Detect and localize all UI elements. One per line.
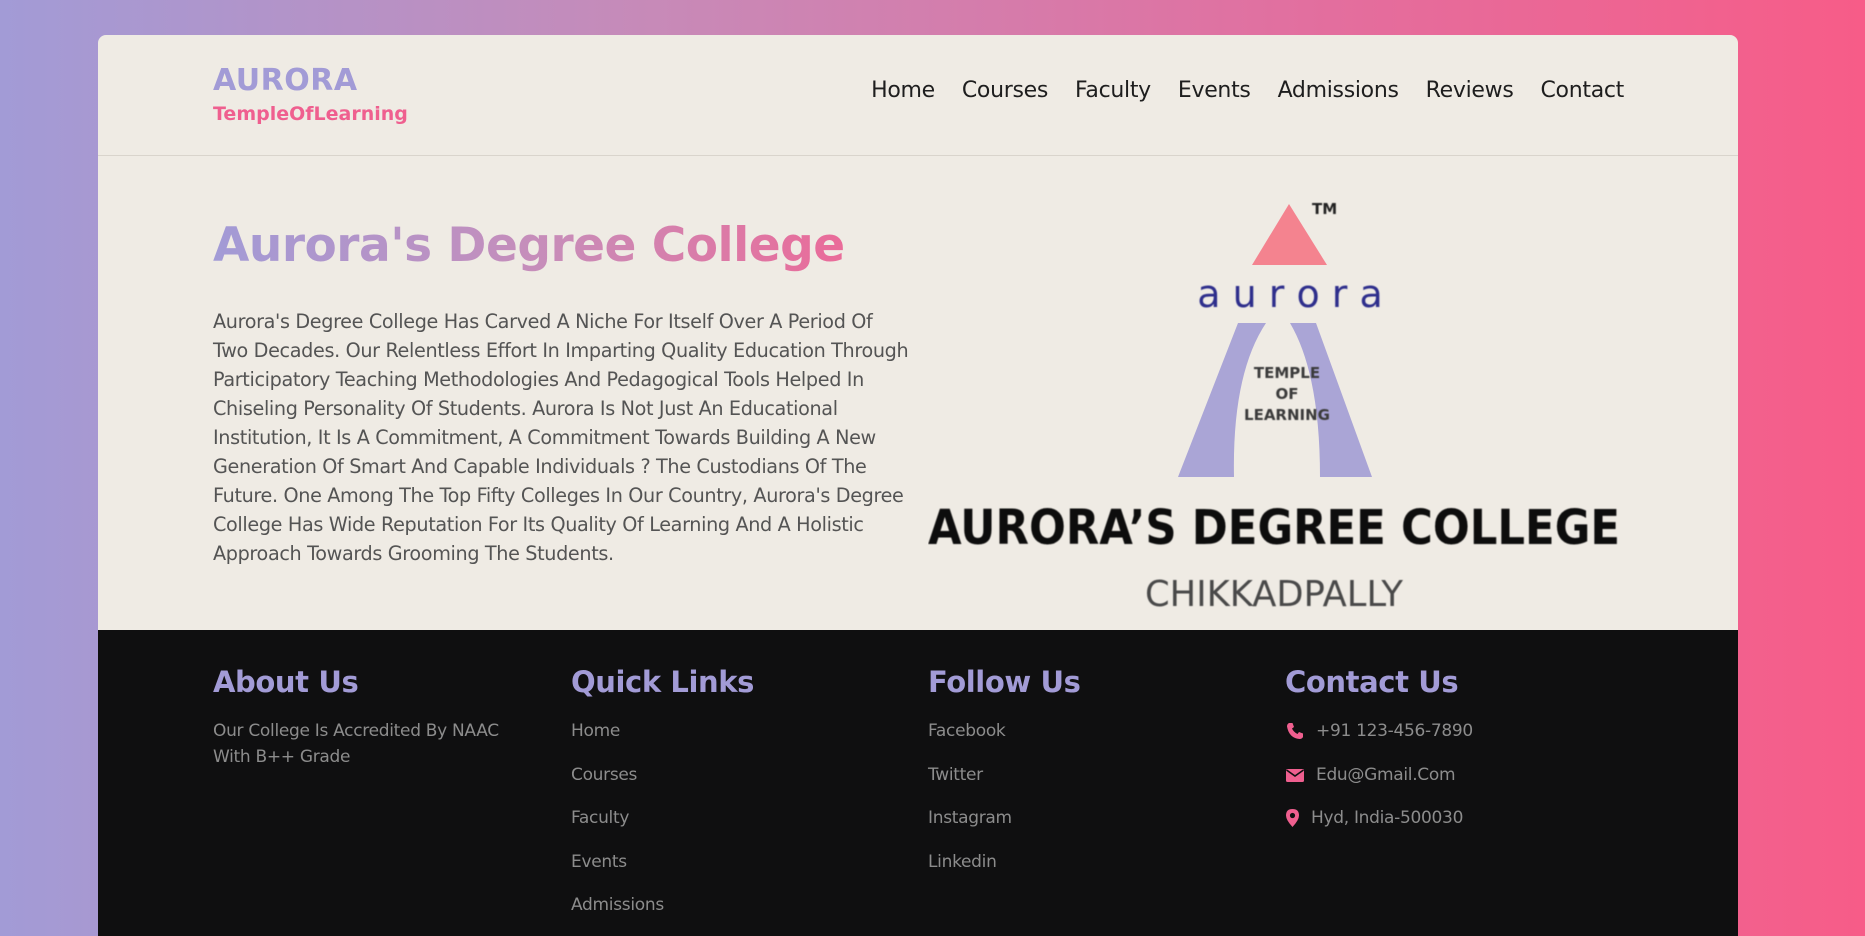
contact-address-text: Hyd, India-500030: [1311, 808, 1464, 828]
footer-link-instagram[interactable]: Instagram: [928, 808, 1012, 828]
hero-title: Aurora's Degree College: [213, 216, 845, 276]
footer-link-admissions[interactable]: Admissions: [571, 895, 664, 915]
nav-admissions[interactable]: Admissions: [1278, 77, 1399, 105]
site-header: AURORA TempleOfLearning Home Courses Fac…: [98, 35, 1738, 156]
footer-link-linkedin[interactable]: Linkedin: [928, 852, 997, 872]
nav-events[interactable]: Events: [1178, 77, 1251, 105]
footer-link-faculty[interactable]: Faculty: [571, 808, 629, 828]
main-nav: Home Courses Faculty Events Admissions R…: [844, 77, 1624, 105]
nav-reviews[interactable]: Reviews: [1426, 77, 1514, 105]
brand-tagline: TempleOfLearning: [213, 103, 408, 125]
contact-email-text: Edu@Gmail.Com: [1316, 764, 1456, 785]
footer-quick-links-heading: Quick Links: [571, 665, 755, 699]
footer-link-twitter[interactable]: Twitter: [928, 765, 983, 785]
footer-follow-heading: Follow Us: [928, 665, 1081, 699]
footer-link-home[interactable]: Home: [571, 721, 620, 741]
logo-inner-line1: TEMPLE: [1254, 364, 1320, 382]
page-container: AURORA TempleOfLearning Home Courses Fac…: [98, 35, 1738, 936]
brand[interactable]: AURORA TempleOfLearning: [213, 63, 408, 127]
logo-tm: TM: [1312, 200, 1337, 218]
footer-follow: Follow Us Facebook Twitter Instagram Lin…: [928, 662, 1248, 892]
contact-phone[interactable]: +91 123-456-7890: [1285, 718, 1605, 744]
site-footer: About Us Our College Is Accredited By NA…: [98, 630, 1738, 936]
college-logo: TM a u r o r a TEMPLE OF LEARNING AURORA…: [928, 176, 1628, 621]
nav-courses[interactable]: Courses: [962, 77, 1048, 105]
hero-section: Aurora's Degree College Aurora's Degree …: [98, 156, 1738, 630]
footer-about-text: Our College Is Accredited By NAAC With B…: [213, 721, 499, 767]
logo-inner-line2: OF: [1276, 385, 1299, 403]
footer-about-heading: About Us: [213, 665, 359, 699]
footer-contact-heading: Contact Us: [1285, 665, 1459, 699]
footer-contact: Contact Us +91 123-456-7890 Edu@Gmail.Co…: [1285, 662, 1605, 849]
map-pin-icon: [1285, 808, 1300, 828]
footer-link-courses[interactable]: Courses: [571, 765, 637, 785]
contact-email[interactable]: Edu@Gmail.Com: [1285, 762, 1605, 788]
hero-description: Aurora's Degree College Has Carved A Nic…: [213, 310, 909, 565]
envelope-icon: [1285, 765, 1305, 785]
logo-arch-shape-right: [1290, 323, 1372, 477]
contact-phone-text: +91 123-456-7890: [1316, 721, 1473, 741]
nav-home[interactable]: Home: [871, 77, 935, 105]
footer-quick-links: Quick Links Home Courses Faculty Events …: [571, 662, 891, 936]
brand-name[interactable]: AURORA: [213, 63, 408, 99]
logo-wordmark: a u r o r a: [1197, 272, 1383, 316]
footer-link-events[interactable]: Events: [571, 852, 627, 872]
logo-college-name: AURORA’S DEGREE COLLEGE: [928, 500, 1620, 556]
logo-location: CHIKKADPALLY: [1145, 574, 1404, 615]
footer-link-facebook[interactable]: Facebook: [928, 721, 1006, 741]
logo-inner-line3: LEARNING: [1244, 406, 1330, 424]
nav-contact[interactable]: Contact: [1541, 77, 1625, 105]
nav-faculty[interactable]: Faculty: [1075, 77, 1151, 105]
phone-icon: [1285, 721, 1305, 741]
footer-about: About Us Our College Is Accredited By NA…: [213, 662, 533, 770]
logo-arch-shape: [1178, 323, 1266, 477]
contact-address[interactable]: Hyd, India-500030: [1285, 805, 1605, 831]
